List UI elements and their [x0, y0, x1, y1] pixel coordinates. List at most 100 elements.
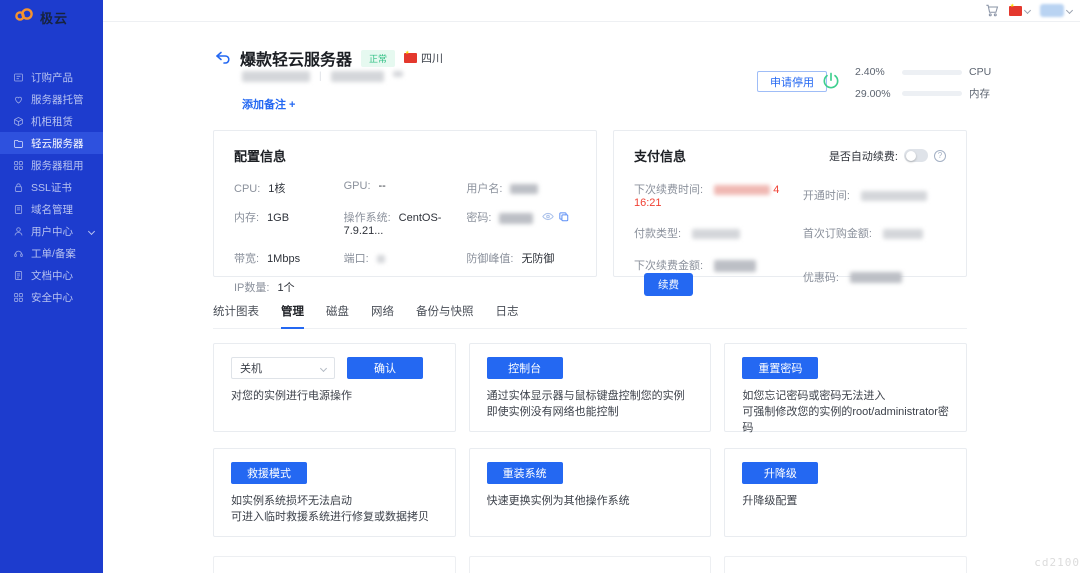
redacted-payment-type: [692, 229, 741, 240]
reinstall-system-desc: 快速更换实例为其他操作系统: [486, 495, 630, 507]
security-icon: [13, 292, 24, 303]
partial-cards-row: [213, 556, 967, 573]
sidebar-item-docs-center[interactable]: 文档中心: [0, 264, 103, 286]
sidebar-item-cabinet-rental[interactable]: 机柜租赁: [0, 110, 103, 132]
redacted-open-time: [861, 191, 927, 202]
config-field-username: 用户名:: [466, 180, 576, 196]
sidebar: 极云 订购产品 服务器托管 机柜租赁 轻云服务器 服务器租用 SSL证书 域名管…: [0, 0, 103, 573]
account-menu[interactable]: [1040, 4, 1074, 17]
tab-statistics[interactable]: 统计图表: [213, 303, 259, 319]
redacted-renewal-amount: [714, 260, 757, 273]
console-desc: 通过实体显示器与鼠标键盘控制您的实例 即使实例没有网络也能控制: [486, 390, 685, 418]
rescue-mode-card: 救援模式 如实例系统损坏无法启动 可进入临时救援系统进行修复或数据拷贝: [213, 448, 456, 537]
memory-percent: 29.00%: [855, 87, 891, 100]
reset-password-desc: 如您忘记密码或密码无法进入 可强制修改您的实例的root/administrat…: [742, 390, 949, 434]
language-flag-selector[interactable]: [1009, 3, 1032, 16]
sidebar-item-security-center[interactable]: 安全中心: [0, 286, 103, 308]
console-button[interactable]: 控制台: [486, 357, 563, 379]
memory-bar: [902, 91, 962, 96]
chevron-down-icon: [1023, 6, 1032, 15]
upgrade-downgrade-card: 升降级 升降级配置: [724, 448, 967, 537]
payment-field-first-order-amount: 首次订购金额:: [803, 225, 946, 241]
cpu-label: CPU: [969, 66, 992, 78]
config-grid: CPU: 1核 GPU: -- 用户名: 内存: 1GB 操作系统: CentOS-7.…: [234, 180, 576, 295]
memory-meter: 29.00% 内存: [855, 86, 995, 101]
sidebar-item-server-rental[interactable]: 服务器租用: [0, 154, 103, 176]
tab-disk[interactable]: 磁盘: [326, 303, 349, 319]
cloud-server-icon: [13, 138, 24, 149]
redacted-renewal-date: [714, 185, 771, 196]
tab-management[interactable]: 管理: [281, 303, 304, 329]
confirm-button[interactable]: 确认: [347, 357, 423, 379]
sidebar-item-order-products[interactable]: 订购产品: [0, 66, 103, 88]
sidebar-menu: 订购产品 服务器托管 机柜租赁 轻云服务器 服务器租用 SSL证书 域名管理 用…: [0, 66, 103, 308]
power-icon[interactable]: [821, 71, 841, 96]
reinstall-system-button[interactable]: 重装系统: [486, 462, 563, 484]
renew-button[interactable]: 续费: [644, 273, 693, 296]
copy-password-icon[interactable]: [558, 211, 569, 225]
help-icon[interactable]: ?: [934, 149, 946, 162]
config-card-title: 配置信息: [234, 149, 287, 164]
chevron-down-icon: [87, 227, 96, 235]
sidebar-item-ticket-filing[interactable]: 工单/备案: [0, 242, 103, 264]
region-flag-icon: [404, 50, 418, 63]
top-header: [103, 0, 1080, 22]
cabinet-icon: [13, 116, 24, 127]
redacted-small: [392, 70, 403, 77]
ticket-icon: [13, 248, 24, 259]
payment-info-card: 支付信息 是否自动续费: ? 下次续费时间: 4 16:21 开通时间: 付款类…: [613, 130, 967, 296]
memory-label: 内存: [969, 88, 990, 100]
payment-grid: 下次续费时间: 4 16:21 开通时间: 付款类型: 首次订购金额: 下次续费…: [634, 181, 946, 296]
power-operation-card: 关机 确认 对您的实例进行电源操作: [213, 343, 456, 432]
docs-icon: [13, 270, 24, 281]
apply-disable-button[interactable]: 申请停用: [757, 71, 827, 92]
sidebar-item-user-center[interactable]: 用户中心: [0, 220, 103, 242]
payment-field-next-renewal-amount: 下次续费金额: 续费: [634, 257, 803, 296]
tab-logs[interactable]: 日志: [496, 303, 519, 319]
ssl-icon: [13, 182, 24, 193]
cpu-meter: 2.40% CPU: [855, 66, 995, 78]
show-password-eye-icon[interactable]: [541, 212, 554, 225]
server-id-row: |: [242, 70, 403, 82]
payment-card-title: 支付信息: [634, 149, 687, 164]
watermark-text: cd2100: [1034, 556, 1080, 569]
console-card: 控制台 通过实体显示器与鼠标键盘控制您的实例 即使实例没有网络也能控制: [468, 343, 712, 432]
brand-name: 极云: [40, 10, 69, 26]
cart-icon[interactable]: [985, 4, 999, 17]
tab-network[interactable]: 网络: [371, 303, 394, 319]
sidebar-item-server-hosting[interactable]: 服务器托管: [0, 88, 103, 110]
rescue-mode-button[interactable]: 救援模式: [231, 462, 307, 484]
config-field-cpu: CPU: 1核: [234, 183, 286, 195]
power-action-select[interactable]: 关机: [231, 357, 335, 379]
sidebar-item-ssl-certificate[interactable]: SSL证书: [0, 176, 103, 198]
payment-field-next-renewal-time: 下次续费时间: 4 16:21: [634, 184, 780, 209]
tab-backup-snapshot[interactable]: 备份与快照: [416, 303, 474, 319]
sidebar-item-light-cloud-server[interactable]: 轻云服务器: [0, 132, 103, 154]
management-actions-grid: 关机 确认 对您的实例进行电源操作 控制台 通过实体显示器与鼠标键盘控制您的实例…: [213, 343, 967, 537]
page-title-row: 爆款轻云服务器 正常 四川: [215, 46, 443, 70]
region-label: 四川: [421, 53, 444, 65]
brand-logo[interactable]: 极云: [0, 0, 103, 28]
config-field-ip-count: IP数量: 1个: [234, 282, 295, 294]
upgrade-downgrade-button[interactable]: 升降级: [742, 462, 819, 484]
server-rent-icon: [13, 160, 24, 171]
config-field-memory: 内存: 1GB: [234, 212, 290, 224]
power-operation-desc: 对您的实例进行电源操作: [231, 390, 352, 402]
cpu-bar: [902, 69, 962, 75]
country-flag-icon: [1009, 3, 1022, 16]
domain-icon: [13, 204, 24, 215]
usage-meters: 2.40% CPU 29.00% 内存: [855, 66, 995, 101]
auto-renew-toggle[interactable]: [904, 149, 928, 162]
payment-field-coupon-code: 优惠码:: [803, 269, 946, 285]
app-window: 极云 订购产品 服务器托管 机柜租赁 轻云服务器 服务器租用 SSL证书 域名管…: [0, 0, 1080, 573]
partial-card: [213, 556, 456, 573]
back-button[interactable]: [215, 51, 231, 65]
redacted-username: [510, 184, 539, 195]
add-note-link[interactable]: 添加备注 +: [242, 96, 295, 112]
auto-renew-label: 是否自动续费:: [828, 150, 898, 163]
upgrade-downgrade-desc: 升降级配置: [742, 495, 798, 507]
rescue-mode-desc: 如实例系统损坏无法启动 可进入临时救援系统进行修复或数据拷贝: [231, 495, 429, 523]
sidebar-item-domain-management[interactable]: 域名管理: [0, 198, 103, 220]
reset-password-button[interactable]: 重置密码: [742, 357, 819, 379]
detail-tabs: 统计图表 管理 磁盘 网络 备份与快照 日志: [213, 303, 967, 329]
